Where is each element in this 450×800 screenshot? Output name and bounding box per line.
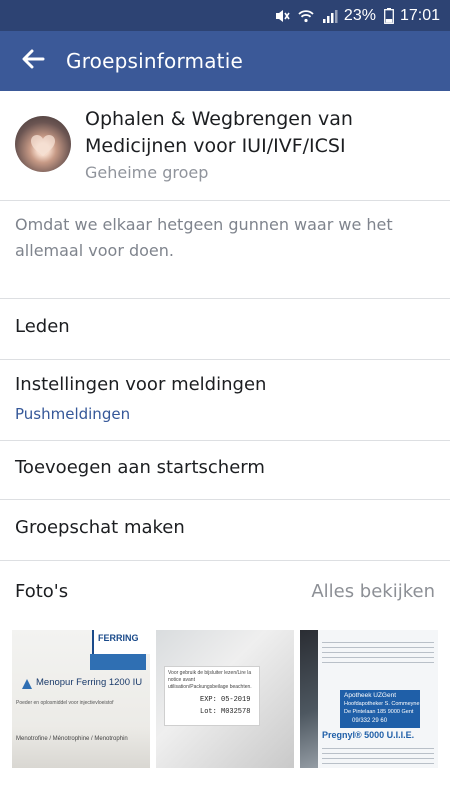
photos-title: Foto's — [15, 581, 69, 602]
menu-item-add-home[interactable]: Toevoegen aan startscherm — [0, 441, 450, 499]
expiry-text: EXP: 05-2019 — [200, 696, 251, 704]
product-text: Poeder en oplosmiddel voor injectievloei… — [16, 700, 114, 706]
product-generic: Menotrofine / Ménotrophine / Menotrophin — [16, 736, 128, 742]
product-name: Menopur Ferring 1200 IU — [36, 677, 143, 688]
photo-thumbnail[interactable]: FERRING Menopur Ferring 1200 IU Poeder e… — [12, 630, 150, 768]
photo-thumbnail[interactable]: Voor gebruik de bijsluiter lezen/Lire la… — [156, 630, 294, 768]
menu-item-label: Toevoegen aan startscherm — [15, 457, 265, 478]
signal-icon — [322, 9, 338, 23]
app-bar: Groepsinformatie — [0, 31, 450, 91]
arrow-left-icon — [21, 49, 45, 73]
blue-sticker — [90, 654, 146, 670]
status-bar: 23% 17:01 — [0, 0, 450, 31]
back-button[interactable] — [0, 31, 66, 91]
group-avatar[interactable] — [15, 116, 71, 172]
divider — [0, 560, 450, 561]
box-fine-print — [322, 638, 434, 666]
clock: 17:01 — [399, 6, 440, 24]
wifi-icon — [298, 9, 314, 23]
pharmacy-address: Hoofdapotheker S. Commeyne — [344, 701, 420, 707]
menu-item-notifications[interactable]: Instellingen voor meldingen Pushmeldinge… — [0, 360, 450, 440]
battery-percent: 23% — [343, 6, 376, 24]
lot-text: Lot: M032578 — [200, 708, 251, 716]
menu-item-members[interactable]: Leden — [0, 299, 450, 359]
see-all-photos-link[interactable]: Alles bekijken — [311, 581, 435, 602]
group-name: Ophalen & Wegbrengen van Medicijnen voor… — [85, 108, 353, 157]
notifications-value: Pushmeldingen — [15, 405, 131, 423]
menu-item-label: Instellingen voor meldingen — [15, 374, 267, 395]
notice-text: Voor gebruik de bijsluiter lezen/Lire la… — [168, 670, 252, 690]
pharmacy-street: De Pintelaan 185 9000 Gent — [344, 709, 414, 715]
mute-icon — [274, 9, 290, 23]
pharmacy-phone: 09/332 29 60 — [352, 718, 388, 724]
menu-item-label: Leden — [15, 316, 70, 337]
menu-item-label: Groepschat maken — [15, 517, 185, 538]
pharmacy-name: Apotheek UZGent — [344, 692, 397, 699]
group-description: Omdat we elkaar hetgeen gunnen waar we h… — [15, 215, 393, 260]
page-title: Groepsinformatie — [66, 49, 243, 73]
brand-label: FERRING — [98, 633, 139, 643]
group-privacy-label: Geheime groep — [85, 163, 209, 182]
photos-header: Foto's Alles bekijken — [0, 570, 450, 614]
photo-thumbnail[interactable]: Apotheek UZGent Hoofdapotheker S. Commey… — [300, 630, 438, 768]
menu-item-group-chat[interactable]: Groepschat maken — [0, 500, 450, 560]
box-fine-print — [322, 744, 434, 766]
logo-icon — [20, 676, 34, 695]
product-name: Pregnyl® 5000 U.I.I.E. — [322, 730, 415, 740]
group-header: Ophalen & Wegbrengen van Medicijnen voor… — [0, 91, 450, 201]
battery-icon — [384, 7, 394, 24]
